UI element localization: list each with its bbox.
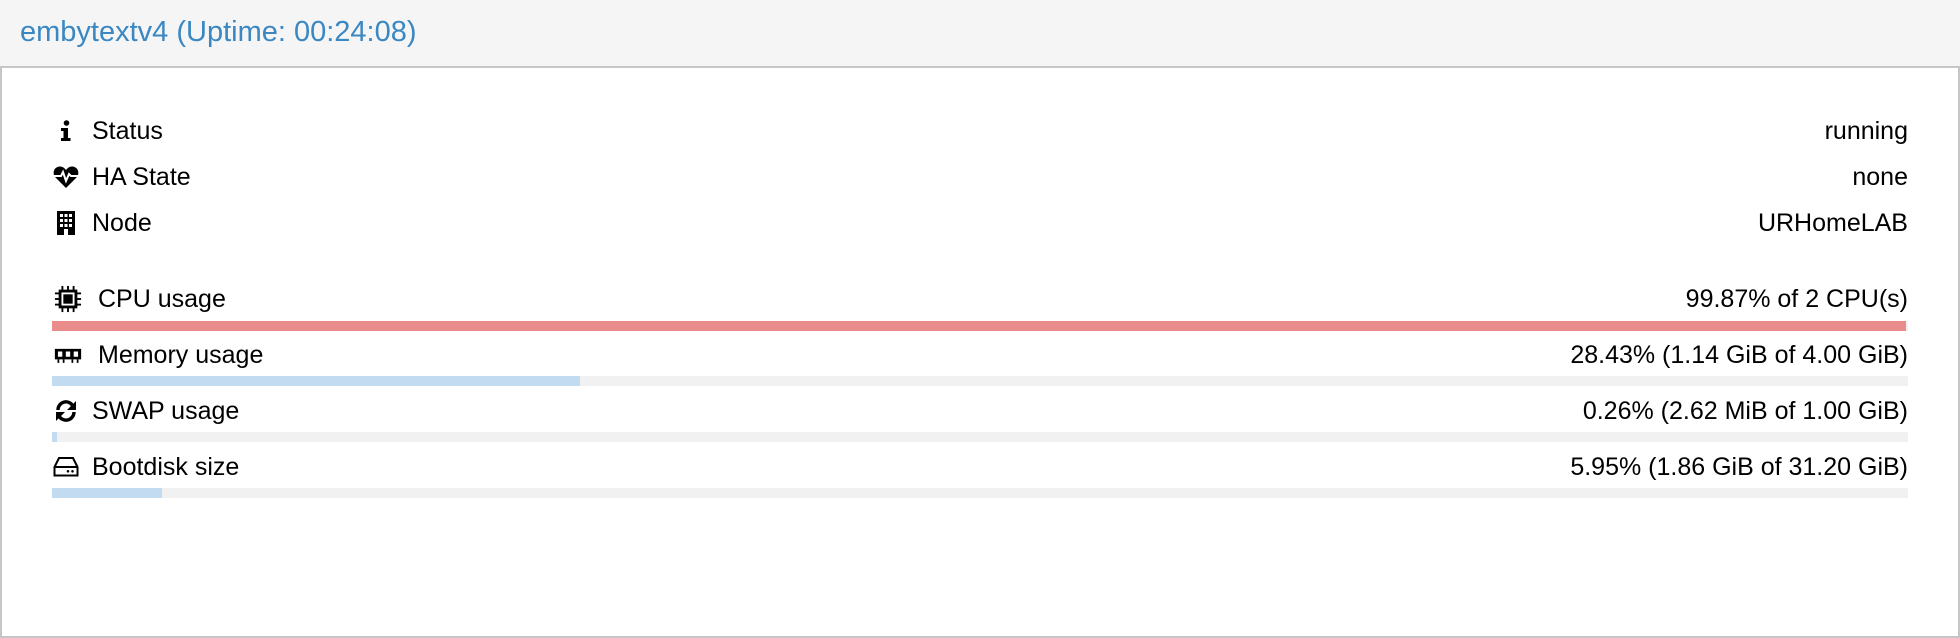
node-row: Node URHomeLAB [52,207,1908,239]
ha-state-label: HA State [92,163,191,191]
memory-usage-bar-fill [52,376,580,386]
cpu-usage-value: 99.87% of 2 CPU(s) [1685,285,1908,313]
status-value: running [1824,117,1908,145]
status-label: Status [92,117,163,145]
bootdisk-size-row: Bootdisk size 5.95% (1.86 GiB of 31.20 G… [52,451,1908,483]
panel-title: embytextv4 (Uptime: 00:24:08) [20,16,417,48]
cpu-usage-row: CPU usage 99.87% of 2 CPU(s) [52,283,1908,315]
cpu-usage-bar [52,321,1908,331]
memory-usage-row: Memory usage 28.43% (1.14 GiB of 4.00 Gi… [52,339,1908,371]
node-value: URHomeLAB [1757,209,1908,237]
status-row: Status running [52,115,1908,147]
hdd-icon [52,453,80,481]
swap-usage-bar [52,432,1908,442]
building-icon [52,209,80,237]
summary-panel: embytextv4 (Uptime: 00:24:08) Status run… [0,0,1960,638]
cpu-usage-bar-fill [52,321,1906,331]
swap-usage-value: 0.26% (2.62 MiB of 1.00 GiB) [1582,397,1908,425]
cpu-chip-icon [54,285,82,313]
bootdisk-size-bar [52,488,1908,498]
swap-usage-label: SWAP usage [92,397,240,425]
memory-usage-label: Memory usage [98,341,264,369]
heartbeat-icon [52,163,80,191]
ha-state-row: HA State none [52,161,1908,193]
node-label: Node [92,209,152,237]
memory-usage-bar [52,376,1908,386]
bootdisk-size-value: 5.95% (1.86 GiB of 31.20 GiB) [1570,453,1908,481]
memory-icon [54,341,82,369]
memory-usage-value: 28.43% (1.14 GiB of 4.00 GiB) [1570,341,1908,369]
bootdisk-size-bar-fill [52,488,163,498]
ha-state-value: none [1852,163,1908,191]
refresh-icon [52,397,80,425]
swap-usage-bar-fill [52,432,57,442]
bootdisk-size-label: Bootdisk size [92,453,240,481]
cpu-usage-label: CPU usage [98,285,226,313]
info-icon [52,117,80,145]
panel-header: embytextv4 (Uptime: 00:24:08) [0,0,1960,68]
swap-usage-row: SWAP usage 0.26% (2.62 MiB of 1.00 GiB) [52,395,1908,427]
